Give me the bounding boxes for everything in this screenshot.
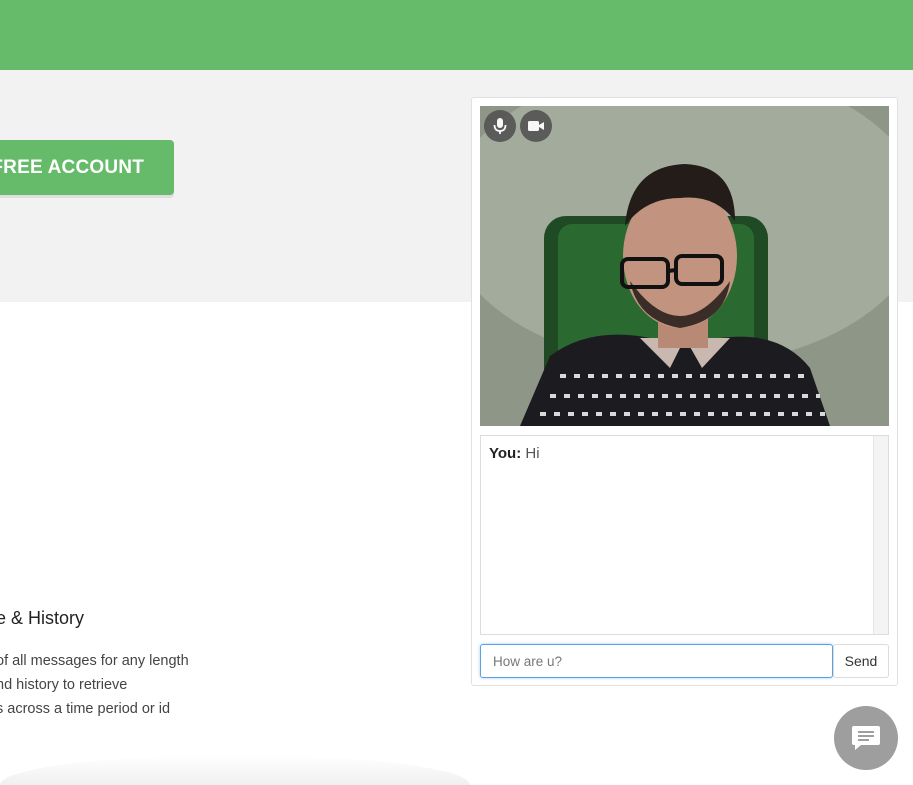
video-chat-demo-panel: You: Hi Send <box>471 97 898 686</box>
microphone-toggle-button[interactable] <box>484 110 516 142</box>
chat-scrollbar[interactable] <box>873 436 888 634</box>
chat-message-log[interactable]: You: Hi <box>480 435 889 635</box>
chat-bubble-icon <box>852 726 880 750</box>
feature-list-item: nd history to retrieve <box>0 677 128 693</box>
chat-message: You: Hi <box>489 445 540 462</box>
video-camera-icon <box>528 121 544 131</box>
card-shadow <box>0 755 470 785</box>
chat-text: Hi <box>525 445 540 462</box>
open-chat-widget-button[interactable] <box>834 706 898 770</box>
mic-icon <box>493 118 507 134</box>
chat-message-input[interactable] <box>480 644 833 678</box>
webcam-video <box>480 106 889 426</box>
webcam-person-image <box>480 106 889 426</box>
camera-toggle-button[interactable] <box>520 110 552 142</box>
feature-list: of all messages for any length nd histor… <box>0 651 189 723</box>
top-header-bar <box>0 0 913 70</box>
feature-list-item: s across a time period or id <box>0 701 171 717</box>
send-button[interactable]: Send <box>833 644 889 678</box>
feature-heading: e & History <box>0 608 85 628</box>
create-free-account-button[interactable]: FREE ACCOUNT <box>0 140 174 195</box>
feature-list-item: of all messages for any length <box>0 653 189 669</box>
chat-sender: You: <box>489 445 522 462</box>
